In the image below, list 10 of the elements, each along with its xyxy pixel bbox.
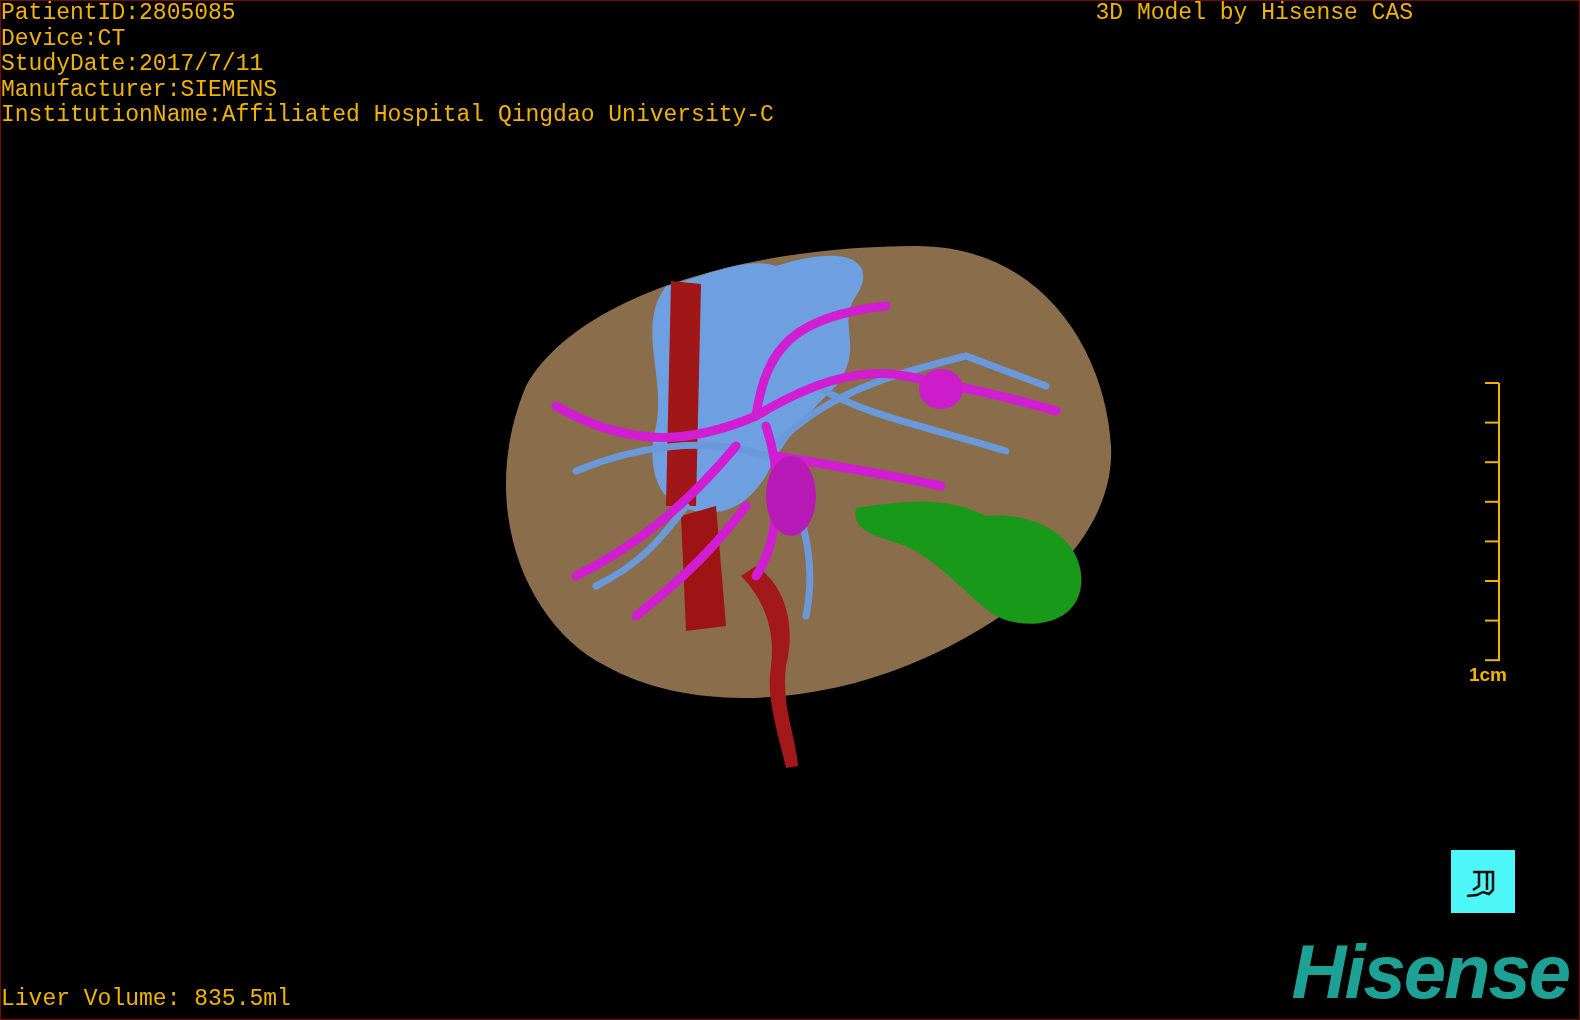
scale-bar-label: 1cm (1468, 663, 1507, 686)
liver-volume-text: Liver Volume: 835.5ml (1, 986, 291, 1012)
patient-info-line: Manufacturer:SIEMENS (1, 77, 279, 103)
patient-info-line: PatientID:2805085 (1, 1, 237, 27)
brand-logo: Hisense (1291, 937, 1570, 1007)
viewer-title: 3D Model by Hisense CAS (1095, 1, 1413, 27)
patient-info-line: InstitutionName:Affiliated Hospital Qingdao University-C (1, 103, 774, 129)
patient-info-line: StudyDate:2017/7/11 (1, 52, 265, 78)
orientation-cube-icon[interactable] (1451, 850, 1515, 913)
patient-info-line: Device:CT (1, 26, 127, 52)
